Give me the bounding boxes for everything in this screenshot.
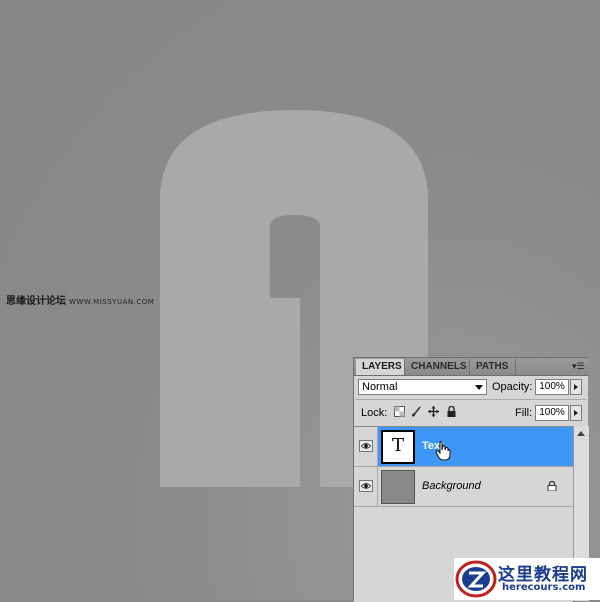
watermark-site-url: WWW.MISSYUAN.COM — [69, 298, 155, 306]
eye-icon[interactable] — [359, 440, 373, 452]
layer-lock-icon — [547, 481, 557, 491]
eye-icon[interactable] — [359, 480, 373, 492]
visibility-cell[interactable] — [354, 467, 378, 506]
fill-field[interactable]: 100% — [535, 405, 569, 421]
panel-tabbar: LAYERS CHANNELS PATHS ▾☰ — [354, 358, 588, 376]
watermark-site-cn: 思缘设计论坛 — [6, 296, 66, 307]
lock-image-pixels-icon[interactable] — [411, 406, 422, 417]
background-layer-thumbnail[interactable] — [381, 470, 415, 504]
logo-en-text: herecours.com — [502, 582, 586, 593]
opacity-slider-arrow-icon[interactable] — [570, 379, 582, 395]
blend-mode-value: Normal — [362, 381, 398, 393]
site-logo: 这里教程网 herecours.com — [454, 558, 600, 600]
blend-mode-select[interactable]: Normal — [358, 379, 487, 395]
logo-emblem-icon — [455, 560, 497, 598]
layer-row-background[interactable]: Background — [354, 467, 573, 507]
blend-row: Normal Opacity: 100% — [354, 376, 588, 398]
lock-position-icon[interactable] — [428, 406, 439, 417]
layer-row-text[interactable]: T Text — [354, 427, 573, 467]
fill-label: Fill: — [515, 407, 533, 419]
tab-channels[interactable]: CHANNELS — [405, 359, 470, 375]
divider — [356, 399, 586, 400]
opacity-field[interactable]: 100% — [535, 379, 569, 395]
fill-slider-arrow-icon[interactable] — [570, 405, 582, 421]
tab-paths[interactable]: PATHS — [470, 359, 516, 375]
panel-menu-icon[interactable]: ▾☰ — [572, 360, 585, 372]
lock-transparent-pixels-icon[interactable] — [394, 406, 405, 417]
text-layer-thumbnail[interactable]: T — [381, 430, 415, 464]
lock-row: Lock: Fill: 100% — [354, 402, 588, 424]
opacity-label: Opacity: — [492, 381, 533, 393]
text-layer-icon: T — [391, 435, 404, 456]
tab-layers[interactable]: LAYERS — [356, 359, 405, 375]
watermark-text: 思缘设计论坛 WWW.MISSYUAN.COM — [6, 292, 154, 307]
scroll-up-icon[interactable] — [577, 431, 585, 436]
layer-name-background[interactable]: Background — [422, 480, 481, 492]
lock-label: Lock: — [361, 407, 388, 419]
hand-cursor-icon — [435, 441, 451, 461]
visibility-cell[interactable] — [354, 427, 378, 466]
lock-all-icon[interactable] — [446, 406, 457, 417]
chevron-down-icon — [475, 385, 483, 390]
